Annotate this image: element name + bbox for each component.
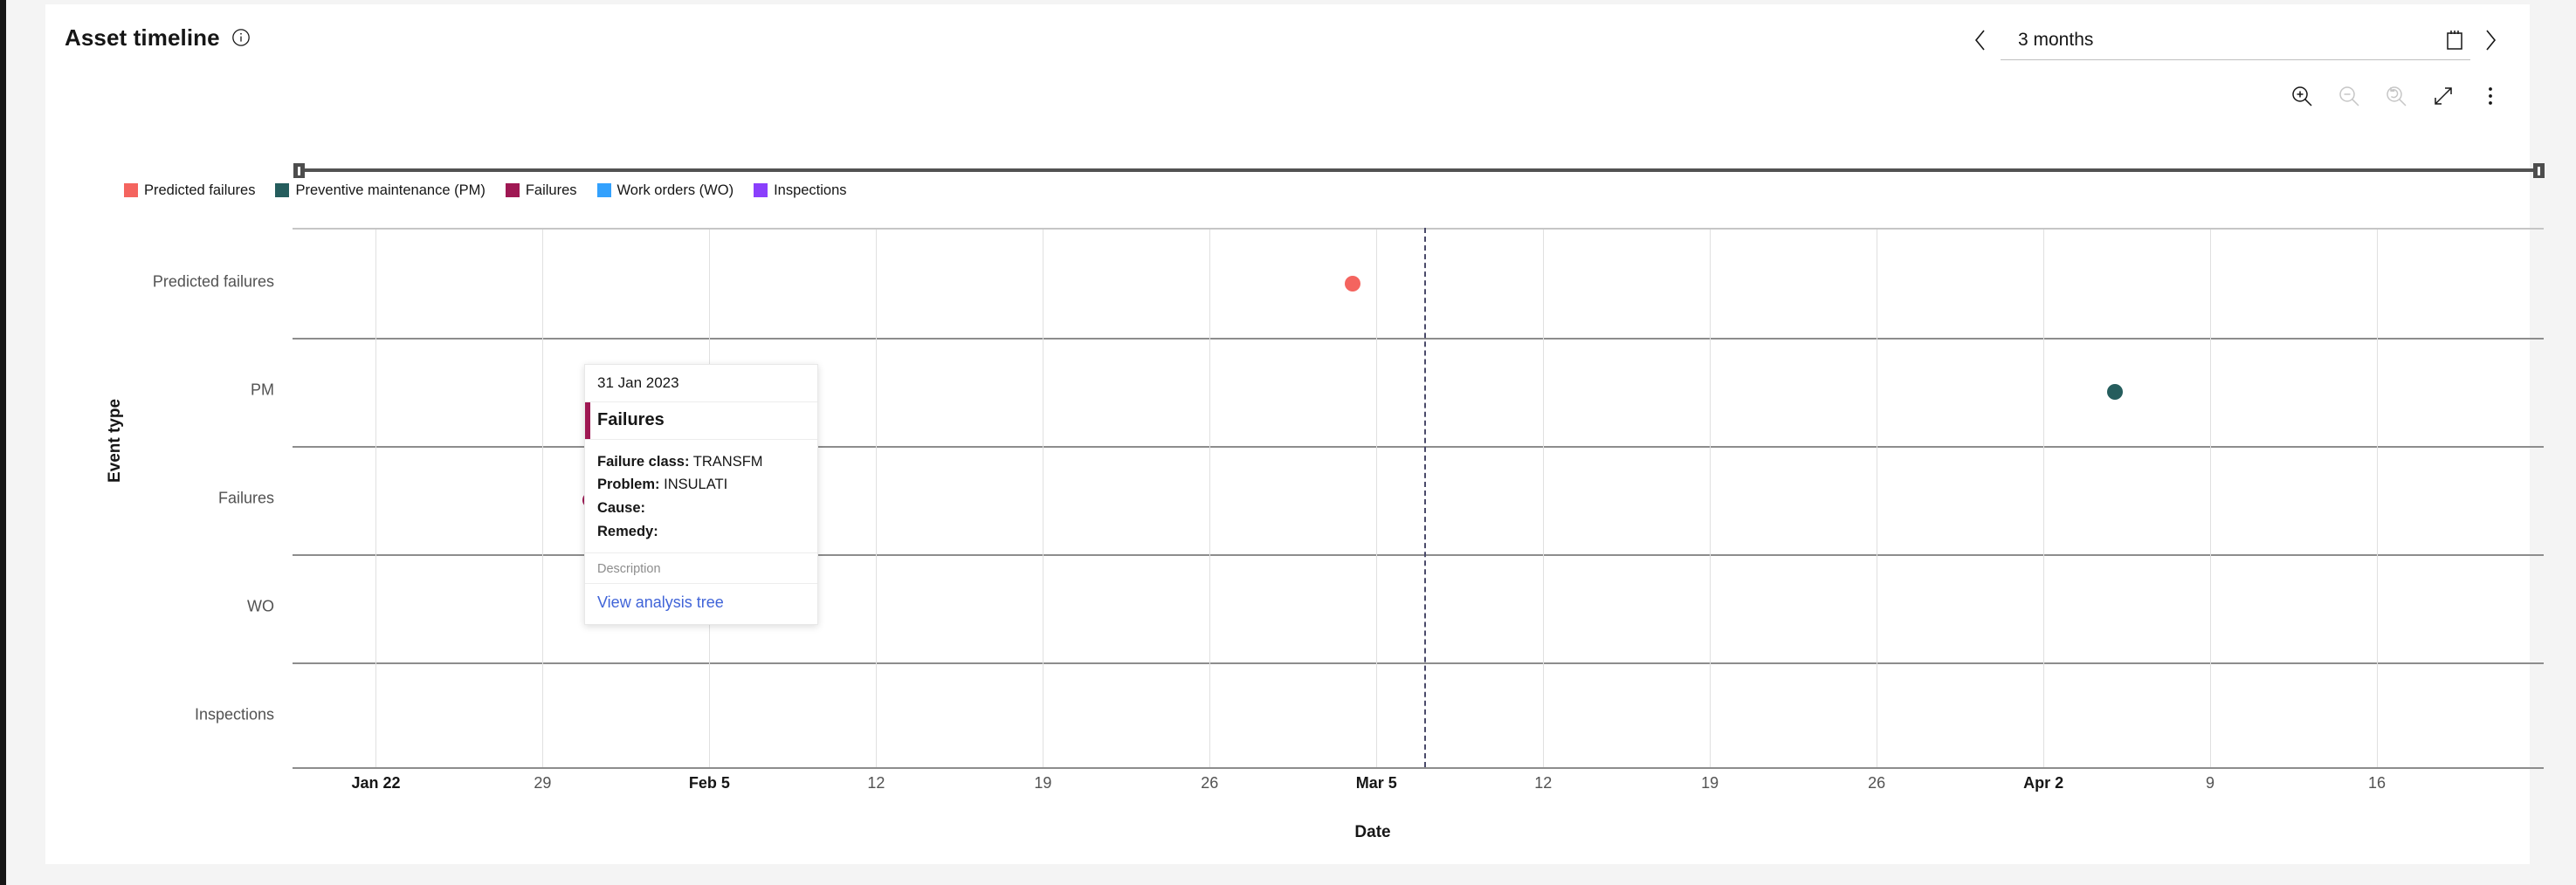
tooltip-field-label: Cause: (597, 500, 646, 517)
tooltip-field-failure-class: Failure class: TRANSFM (597, 450, 805, 474)
tooltip-description-label: Description (585, 553, 817, 584)
gridline-vertical (1543, 230, 1545, 767)
y-tick-label: WO (247, 597, 274, 615)
x-tick-label: Jan 22 (351, 774, 401, 792)
left-rail (0, 0, 6, 885)
tooltip-fields: Failure class: TRANSFM Problem: INSULATI… (585, 440, 817, 553)
y-tick-label: Failures (217, 489, 274, 507)
x-axis-ticks: Jan 22 29 Feb 5 12 19 26 Mar 5 12 19 26 Apr 2 9 16 (293, 774, 2544, 800)
tooltip-field-remedy: Remedy: (597, 520, 805, 544)
gridline-vertical (1376, 230, 1378, 767)
x-tick-label: 19 (1034, 774, 1052, 792)
gridline-vertical (2377, 230, 2379, 767)
chart-area: Event type Date Predicted failures PM Fail… (45, 4, 2544, 864)
plot-row-inspections (293, 662, 2544, 771)
gridline-vertical (1710, 230, 1712, 767)
tooltip-field-label: Remedy: (597, 523, 658, 539)
data-point-predicted-failures[interactable] (1344, 276, 1360, 292)
page-root: Asset timeline 3 months Predicted failur… (0, 0, 2576, 885)
tooltip-field-problem: Problem: INSULATI (597, 473, 805, 497)
gridline-vertical (1209, 230, 1211, 767)
gridline-vertical (2210, 230, 2212, 767)
x-tick-label: Feb 5 (688, 774, 730, 792)
tooltip-heading-row: Failures (585, 401, 817, 440)
x-tick-label: 12 (1534, 774, 1553, 792)
current-date-marker (1423, 228, 1426, 767)
tooltip-field-label: Failure class: (597, 453, 690, 470)
y-tick-label: Predicted failures (152, 272, 274, 291)
x-tick-label: 26 (1201, 774, 1219, 792)
slider-handle-right[interactable] (2533, 163, 2545, 178)
view-analysis-tree-link[interactable]: View analysis tree (585, 584, 817, 624)
tooltip-field-value: INSULATI (664, 477, 728, 493)
gridline-vertical (542, 230, 544, 767)
x-tick-label: Apr 2 (2023, 774, 2064, 792)
tooltip-field-cause: Cause: (597, 497, 805, 520)
x-tick-label: 19 (1701, 774, 1719, 792)
tooltip-field-label: Problem: (597, 477, 660, 493)
y-tick-label: PM (251, 381, 274, 399)
x-tick-label: 12 (867, 774, 885, 792)
y-axis-ticks: Predicted failures PM Failures WO Inspection… (45, 228, 274, 769)
tooltip-date: 31 Jan 2023 (585, 365, 817, 402)
y-tick-label: Inspections (194, 705, 274, 724)
x-tick-label: 9 (2206, 774, 2215, 792)
tooltip-heading: Failures (597, 409, 665, 429)
x-tick-label: 16 (2368, 774, 2387, 792)
event-tooltip: 31 Jan 2023 Failures Failure class: TRAN… (584, 364, 818, 625)
gridline-vertical (2043, 230, 2045, 767)
asset-timeline-card: Asset timeline 3 months Predicted failur… (45, 4, 2545, 864)
gridline-vertical (375, 230, 377, 767)
x-tick-label: 29 (534, 774, 552, 792)
x-tick-label: Mar 5 (1355, 774, 1397, 792)
gridline-vertical (876, 230, 878, 767)
x-tick-label: 26 (1868, 774, 1886, 792)
data-point-preventive-maintenance-pm-[interactable] (2106, 384, 2123, 400)
x-axis-title: Date (1354, 823, 1391, 841)
plot-row-predicted-failures (293, 230, 2544, 338)
tooltip-field-value: TRANSFM (692, 453, 763, 470)
